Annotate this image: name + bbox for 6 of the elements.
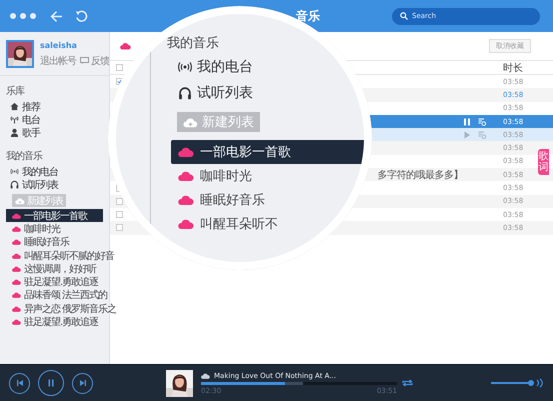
window-title: 音乐: [296, 8, 320, 24]
section-heading: 我的音乐: [5, 150, 42, 164]
song-title: 多字符的哦最多多】: [378, 168, 463, 182]
section-heading: 我的音乐: [167, 35, 219, 53]
username: saleisha: [40, 40, 78, 50]
section-heading: 乐库: [5, 84, 24, 99]
